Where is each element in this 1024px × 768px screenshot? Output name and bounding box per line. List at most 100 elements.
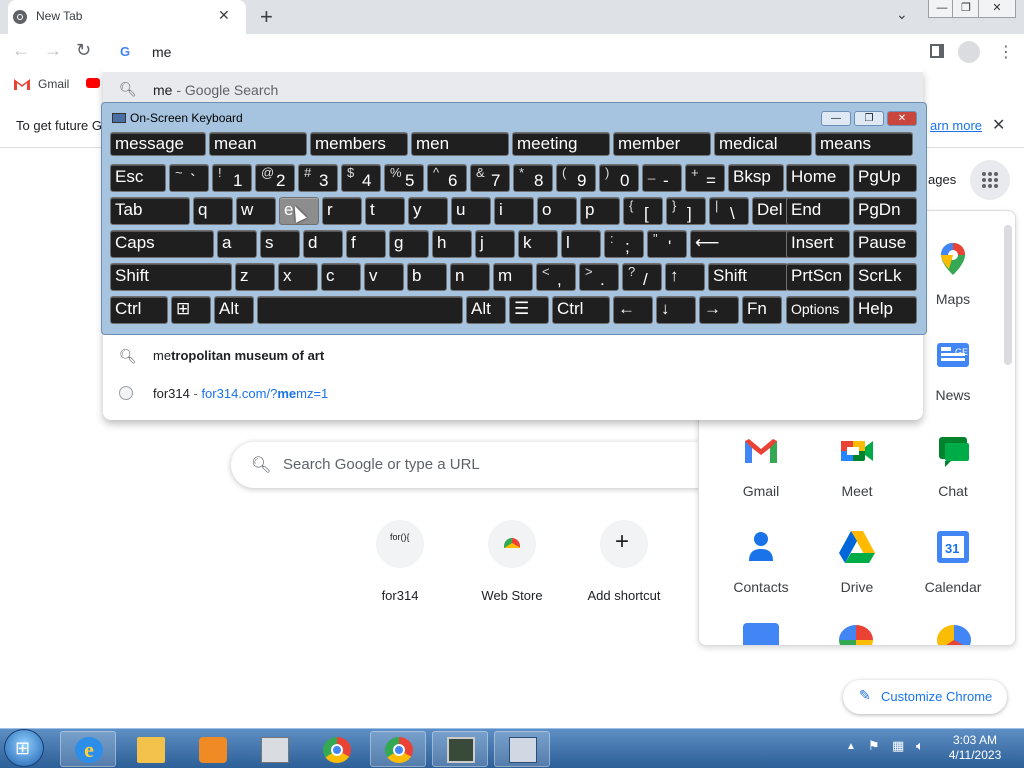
osk-key-g[interactable]: g bbox=[389, 230, 429, 258]
new-tab-button[interactable]: + bbox=[260, 4, 273, 30]
osk-prediction-meeting[interactable]: meeting bbox=[512, 132, 610, 156]
osk-key-o[interactable]: o bbox=[537, 197, 577, 225]
suggestion-google-search[interactable]: 🔍︎ me - Google Search bbox=[103, 72, 923, 106]
osk-key-x[interactable]: x bbox=[278, 263, 318, 291]
osk-key-\[interactable]: | \ bbox=[709, 197, 749, 225]
osk-key-☰[interactable]: ☰ bbox=[509, 296, 549, 324]
osk-key-,[interactable]: <, bbox=[536, 263, 576, 291]
customize-chrome-button[interactable]: ✎ Customize Chrome bbox=[843, 680, 1007, 714]
osk-key-PgUp[interactable]: PgUp bbox=[853, 164, 917, 192]
osk-key-PgDn[interactable]: PgDn bbox=[853, 197, 917, 225]
osk-prediction-men[interactable]: men bbox=[411, 132, 509, 156]
osk-close-button[interactable]: ✕ bbox=[887, 111, 917, 126]
osk-key-⊞[interactable]: ⊞ bbox=[171, 296, 211, 324]
osk-restore-button[interactable]: ❐ bbox=[854, 111, 884, 126]
osk-key-2[interactable]: @2 bbox=[255, 164, 295, 192]
osk-key-Alt[interactable]: Alt bbox=[214, 296, 254, 324]
osk-key-=[interactable]: + = bbox=[685, 164, 725, 192]
osk-key-Shift[interactable]: Shift bbox=[110, 263, 232, 291]
osk-minimize-button[interactable]: — bbox=[821, 111, 851, 126]
taskbar-calculator[interactable] bbox=[246, 731, 302, 767]
osk-key-b[interactable]: b bbox=[407, 263, 447, 291]
apps-scrollbar[interactable] bbox=[1004, 225, 1012, 365]
osk-key--[interactable]: _ - bbox=[642, 164, 682, 192]
osk-key-Bksp[interactable]: Bksp bbox=[728, 164, 784, 192]
osk-key-Pause[interactable]: Pause bbox=[853, 230, 917, 258]
omnibox-input[interactable]: me bbox=[152, 44, 171, 60]
osk-key-Alt[interactable]: Alt bbox=[466, 296, 506, 324]
osk-key-Options[interactable]: Options bbox=[786, 296, 850, 324]
osk-key-Fn[interactable]: Fn bbox=[742, 296, 782, 324]
osk-key-c[interactable]: c bbox=[321, 263, 361, 291]
osk-key-s[interactable]: s bbox=[260, 230, 300, 258]
osk-prediction-member[interactable]: member bbox=[613, 132, 711, 156]
osk-key-m[interactable]: m bbox=[493, 263, 533, 291]
shortcut-web-store[interactable]: Web Store bbox=[462, 520, 562, 603]
osk-key-u[interactable]: u bbox=[451, 197, 491, 225]
osk-prediction-members[interactable]: members bbox=[310, 132, 408, 156]
add-shortcut-button[interactable]: + Add shortcut bbox=[574, 520, 674, 603]
menu-icon[interactable]: ⋮ bbox=[998, 42, 1014, 62]
flag-icon[interactable]: ⚑ bbox=[868, 738, 880, 754]
app-contacts[interactable]: Contacts bbox=[713, 527, 809, 595]
osk-key-][interactable]: }] bbox=[666, 197, 706, 225]
osk-key-/[interactable]: ? / bbox=[622, 263, 662, 291]
taskbar-chrome-active[interactable] bbox=[370, 731, 426, 767]
bookmark-gmail[interactable]: Gmail bbox=[38, 77, 69, 91]
volume-icon[interactable]: 🔈︎ bbox=[916, 738, 924, 754]
side-panel-icon[interactable] bbox=[930, 44, 944, 58]
osk-key-↓[interactable]: ↓ bbox=[656, 296, 696, 324]
osk-key-h[interactable]: h bbox=[432, 230, 472, 258]
osk-key-PrtScn[interactable]: PrtScn bbox=[786, 263, 850, 291]
osk-key-space[interactable] bbox=[257, 296, 463, 324]
close-button[interactable]: ✕ bbox=[978, 0, 1016, 18]
osk-key-Caps[interactable]: Caps bbox=[110, 230, 214, 258]
osk-key-Home[interactable]: Home bbox=[786, 164, 850, 192]
osk-key-0[interactable]: ) 0 bbox=[599, 164, 639, 192]
osk-key-Ctrl[interactable]: Ctrl bbox=[110, 296, 168, 324]
osk-key-5[interactable]: % 5 bbox=[384, 164, 424, 192]
osk-key-Tab[interactable]: Tab bbox=[110, 197, 190, 225]
osk-key-t[interactable]: t bbox=[365, 197, 405, 225]
osk-key-p[interactable]: p bbox=[580, 197, 620, 225]
profile-avatar-icon[interactable] bbox=[958, 41, 980, 63]
osk-key-[[interactable]: {[ bbox=[623, 197, 663, 225]
translate-icon[interactable] bbox=[743, 623, 779, 645]
osk-prediction-mean[interactable]: mean bbox=[209, 132, 307, 156]
images-link[interactable]: ages bbox=[928, 172, 956, 187]
osk-key-l[interactable]: l bbox=[561, 230, 601, 258]
back-icon[interactable]: ← bbox=[12, 40, 30, 61]
osk-key-4[interactable]: $4 bbox=[341, 164, 381, 192]
osk-key-'[interactable]: " ' bbox=[647, 230, 687, 258]
osk-key-;[interactable]: :; bbox=[604, 230, 644, 258]
start-button[interactable]: ⊞ bbox=[4, 729, 44, 767]
osk-key-z[interactable]: z bbox=[235, 263, 275, 291]
restore-button[interactable]: ❐ bbox=[952, 0, 980, 18]
osk-key-→[interactable]: → bbox=[699, 296, 739, 324]
osk-key-ScrLk[interactable]: ScrLk bbox=[853, 263, 917, 291]
taskbar-on-screen-keyboard[interactable] bbox=[494, 731, 550, 767]
osk-key-⟵[interactable]: ⟵ bbox=[690, 230, 794, 258]
app-drive[interactable]: Drive bbox=[809, 527, 905, 595]
osk-prediction-medical[interactable]: medical bbox=[714, 132, 812, 156]
youtube-bookmark-icon[interactable] bbox=[86, 78, 100, 88]
omnibox[interactable] bbox=[103, 36, 923, 70]
osk-prediction-message[interactable]: message bbox=[110, 132, 206, 156]
osk-key-Insert[interactable]: Insert bbox=[786, 230, 850, 258]
osk-key-Help[interactable]: Help bbox=[853, 296, 917, 324]
osk-key-End[interactable]: End bbox=[786, 197, 850, 225]
osk-key-j[interactable]: j bbox=[475, 230, 515, 258]
app-gmail[interactable]: Gmail bbox=[713, 431, 809, 499]
osk-key-6[interactable]: ^ 6 bbox=[427, 164, 467, 192]
osk-key-←[interactable]: ← bbox=[613, 296, 653, 324]
osk-key-.[interactable]: >. bbox=[579, 263, 619, 291]
osk-key-9[interactable]: (9 bbox=[556, 164, 596, 192]
osk-key-Ctrl[interactable]: Ctrl bbox=[552, 296, 610, 324]
suggestion-for314[interactable]: for314 - for314.com/?memz=1 bbox=[103, 376, 923, 412]
osk-key-a[interactable]: a bbox=[217, 230, 257, 258]
photos-icon[interactable] bbox=[839, 625, 873, 645]
osk-key-Shift[interactable]: Shift bbox=[708, 263, 788, 291]
show-hidden-icons[interactable]: ▲ bbox=[846, 741, 856, 752]
taskbar-media-player[interactable] bbox=[184, 731, 240, 767]
apps-grid-button[interactable] bbox=[970, 160, 1010, 200]
